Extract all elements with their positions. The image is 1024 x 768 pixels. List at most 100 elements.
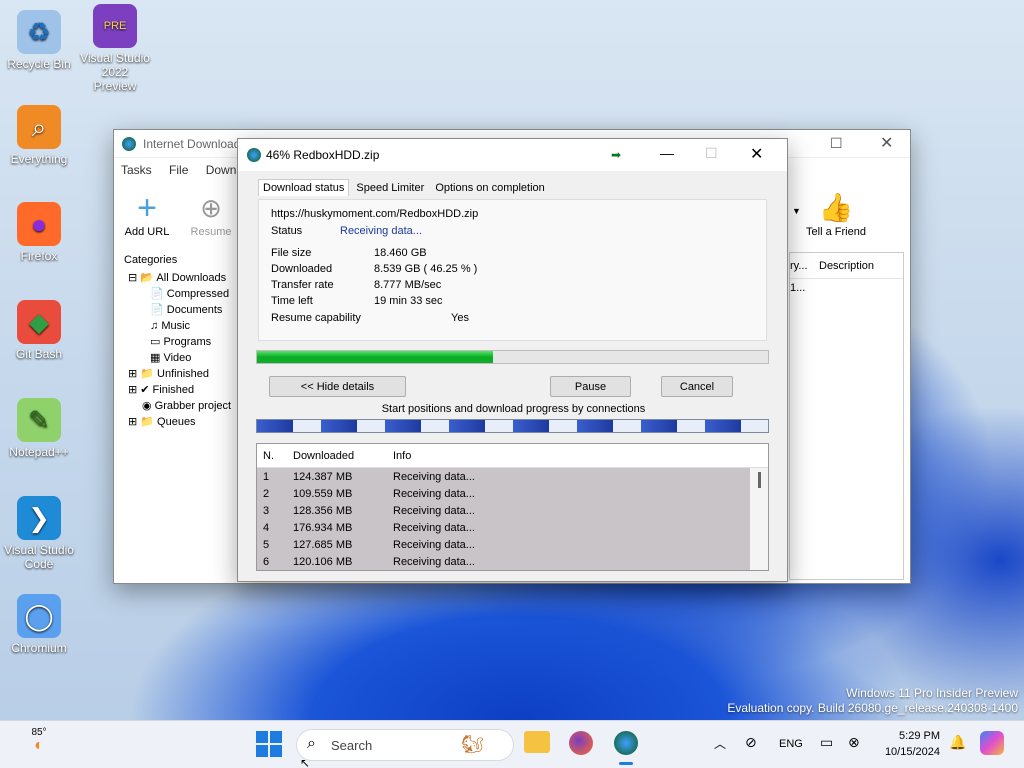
table-row[interactable]: 1 124.387 MB Receiving data... <box>257 468 750 485</box>
start-button[interactable] <box>256 731 282 757</box>
dialog-titlebar: 46% RedboxHDD.zip ➡ — ☐ ✕ <box>238 139 787 171</box>
tree-unfinished[interactable]: ⊞ 📁 Unfinished <box>128 366 231 382</box>
chevron-up-icon[interactable]: ︿ <box>714 735 726 752</box>
menu-file[interactable]: File <box>169 163 188 177</box>
desktop-icon[interactable]: ✎ Notepad++ <box>4 398 74 459</box>
pause-button[interactable]: Pause <box>550 376 631 397</box>
file-size-label: File size <box>271 247 312 259</box>
download-dialog: 46% RedboxHDD.zip ➡ — ☐ ✕ Download statu… <box>237 138 788 582</box>
col-info[interactable]: Info <box>393 450 411 462</box>
clock[interactable]: 5:29 PM 10/15/2024 <box>876 728 940 760</box>
download-arrow-icon: ⊕ <box>200 193 222 223</box>
table-row[interactable]: 4 176.934 MB Receiving data... <box>257 519 750 536</box>
idm-maximize-button[interactable]: ☐ <box>830 135 843 152</box>
taskbar: 85° ◐ ⌕ Search 🐿 ︿ ⊘ ENG ▭ ⊗ 5:29 PM 10/… <box>0 720 1024 768</box>
app-icon: ● <box>17 202 61 246</box>
tree-documents[interactable]: 📄 Documents <box>128 302 231 318</box>
thumbs-up-icon: 👍 <box>818 192 854 223</box>
desktop-icon[interactable]: ◯ Chromium <box>4 594 74 655</box>
cell-n: 6 <box>263 555 270 568</box>
menu-tasks[interactable]: Tasks <box>121 163 152 177</box>
tree-programs[interactable]: ▭ Programs <box>128 334 231 350</box>
cell-n: 4 <box>263 521 270 534</box>
col-partial[interactable]: ry... <box>790 260 808 272</box>
search-icon: ⌕ <box>307 735 316 752</box>
desktop-icon-label: Visual Studio 2022 Preview <box>80 51 150 93</box>
col-n[interactable]: N. <box>263 450 274 462</box>
col-downloaded[interactable]: Downloaded <box>293 450 354 462</box>
weather-widget[interactable]: 85° ◐ <box>22 727 56 754</box>
desktop-icon[interactable]: ♻ Recycle Bin <box>4 10 74 71</box>
search-placeholder: Search <box>331 738 373 753</box>
desktop-icon-label: Chromium <box>11 641 67 655</box>
watermark: Windows 11 Pro Insider Preview Evaluatio… <box>727 686 1018 715</box>
desktop-icon-label: Git Bash <box>15 347 63 361</box>
cell-info: Receiving data... <box>393 504 475 517</box>
tab-speed-limiter[interactable]: Speed Limiter <box>352 180 428 196</box>
desktop-icon-label: Visual Studio Code <box>4 543 74 571</box>
tree-compressed[interactable]: 📄 Compressed <box>128 286 231 302</box>
resume-capability-label: Resume capability <box>271 312 361 324</box>
toolbar-dropdown-icon[interactable]: ▼ <box>792 206 801 216</box>
display-icon[interactable]: ▭ <box>820 734 833 751</box>
tell-a-friend-button[interactable]: 👍 Tell a Friend <box>802 190 870 238</box>
table-row[interactable]: 2 109.559 MB Receiving data... <box>257 485 750 502</box>
time-left-label: Time left <box>271 295 313 307</box>
idm-globe-icon <box>247 148 261 162</box>
notification-bell-icon[interactable]: 🔔 <box>949 734 966 751</box>
desktop-icon[interactable]: ◆ Git Bash <box>4 300 74 361</box>
tree-all-downloads[interactable]: ⊟ 📂 All Downloads <box>128 270 231 286</box>
category-tree: ⊟ 📂 All Downloads 📄 Compressed 📄 Documen… <box>128 270 231 430</box>
desktop-icon-label: Firefox <box>20 249 58 263</box>
table-row[interactable]: 3 128.356 MB Receiving data... <box>257 502 750 519</box>
progress-fill <box>257 351 494 363</box>
tab-download-status[interactable]: Download status <box>258 179 350 196</box>
language-indicator[interactable]: ENG <box>779 738 803 750</box>
firefox-taskbar-icon[interactable] <box>569 731 593 755</box>
desktop-icon[interactable]: PRE Visual Studio 2022 Preview <box>80 4 150 93</box>
downloaded-label: Downloaded <box>271 263 333 275</box>
close-button[interactable]: ✕ <box>750 144 763 164</box>
tree-queues[interactable]: ⊞ 📁 Queues <box>128 414 231 430</box>
clock-time: 5:29 PM <box>899 730 940 742</box>
tree-music[interactable]: ♫ Music <box>128 318 231 334</box>
desktop-icon[interactable]: ⌕ Everything <box>4 105 74 166</box>
file-explorer-icon[interactable] <box>524 731 550 753</box>
maximize-button[interactable]: ☐ <box>705 145 718 162</box>
copilot-icon[interactable] <box>980 731 1004 755</box>
table-header: N. Downloaded Info <box>257 444 768 468</box>
tree-grabber-project[interactable]: ◉ Grabber project <box>128 398 231 414</box>
desktop-icon[interactable]: ● Firefox <box>4 202 74 263</box>
cell-downloaded: 127.685 MB <box>293 538 353 551</box>
hide-details-button[interactable]: << Hide details <box>269 376 406 397</box>
dialog-tabs: Download status Speed Limiter Options on… <box>258 179 549 199</box>
tree-finished[interactable]: ⊞ ✔ Finished <box>128 382 231 398</box>
tab-options-on-completion[interactable]: Options on completion <box>431 180 548 196</box>
app-icon: ⌕ <box>17 105 61 149</box>
idm-close-button[interactable]: ✕ <box>880 133 893 153</box>
minimize-button[interactable]: — <box>660 145 674 161</box>
resume-button[interactable]: ⊕ Resume <box>186 190 236 238</box>
cell-downloaded: 176.934 MB <box>293 521 353 534</box>
cell-downloaded: 128.356 MB <box>293 504 353 517</box>
search-box[interactable]: ⌕ Search 🐿 <box>296 729 514 761</box>
app-icon: ◆ <box>17 300 61 344</box>
desktop-icon-label: Notepad++ <box>9 445 69 459</box>
download-list: ry... Description 1... <box>789 252 904 580</box>
connections-table: N. Downloaded Info 1 124.387 MB Receiving … <box>256 443 769 571</box>
table-scrollbar[interactable] <box>750 468 768 570</box>
network-icon[interactable]: ⊘ <box>745 734 757 751</box>
search-highlight-icon: 🐿 <box>461 734 484 754</box>
add-url-button[interactable]: + Add URL <box>122 190 172 238</box>
audio-icon[interactable]: ⊗ <box>848 734 860 751</box>
table-row[interactable]: 6 120.106 MB Receiving data... <box>257 553 750 570</box>
col-description[interactable]: Description <box>819 260 874 272</box>
table-row[interactable]: 5 127.685 MB Receiving data... <box>257 536 750 553</box>
cell-downloaded: 120.106 MB <box>293 555 353 568</box>
tree-video[interactable]: ▦ Video <box>128 350 231 366</box>
desktop-icon[interactable]: ❯ Visual Studio Code <box>4 496 74 571</box>
idm-taskbar-icon[interactable] <box>614 731 638 755</box>
cancel-button[interactable]: Cancel <box>661 376 733 397</box>
cell-n: 5 <box>263 538 270 551</box>
cell-n: 1 <box>263 470 270 483</box>
